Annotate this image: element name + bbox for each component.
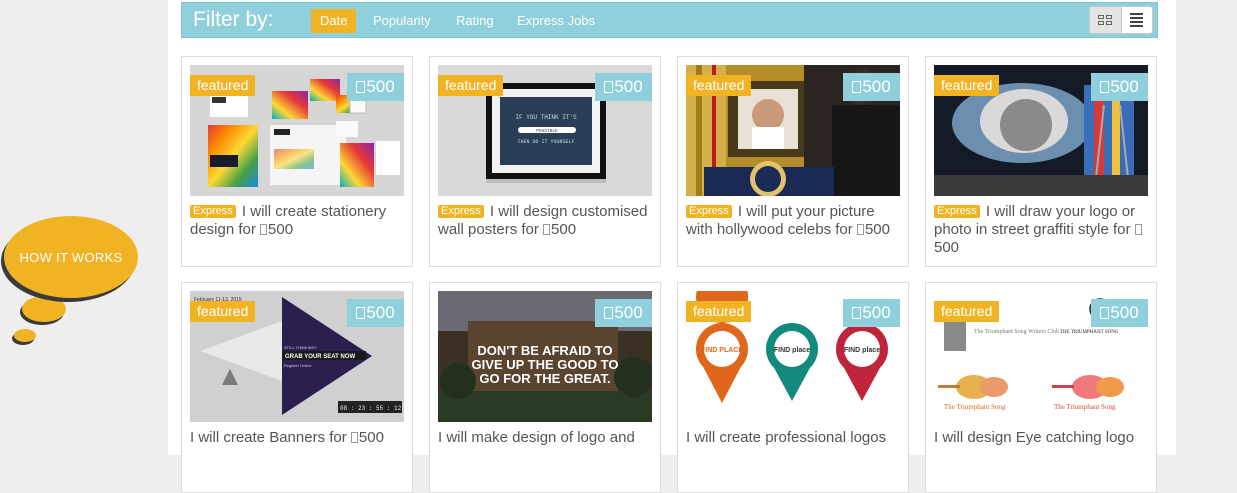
logo-text-2: THE TRIUMPHANT SONG <box>1060 330 1119 335</box>
gig-title[interactable]: I will design Eye catching logo <box>934 429 1150 447</box>
logo-text-3: The Triumphant Song <box>944 403 1006 411</box>
speech-bubble-dot-small <box>14 329 36 342</box>
currency-icon <box>852 307 862 319</box>
currency-icon <box>1134 224 1142 235</box>
main-content: Filter by: Date Popularity Rating Expres… <box>168 0 1176 493</box>
banner-line-3: Register Online <box>284 363 312 368</box>
gig-thumbnail-stationery[interactable]: featured 500 <box>190 65 404 196</box>
gig-title[interactable]: Express I will put your picture with hol… <box>686 203 902 239</box>
how-it-works-button[interactable]: HOW IT WORKS <box>4 216 138 298</box>
gig-thumbnail-guitar-logos[interactable]: The Triumphant Song Writers Club THE TRI… <box>934 291 1148 422</box>
gig-title[interactable]: Express I will create stationery design … <box>190 203 406 239</box>
grid-view-button[interactable] <box>1090 7 1122 33</box>
currency-icon <box>604 81 614 93</box>
express-badge: Express <box>190 205 236 218</box>
gig-title[interactable]: I will make design of logo and <box>438 429 654 447</box>
how-it-works-label: HOW IT WORKS <box>19 249 123 265</box>
gig-title[interactable]: Express I will draw your logo or photo i… <box>934 203 1150 257</box>
featured-badge: featured <box>686 75 752 96</box>
price-badge: 500 <box>595 73 652 101</box>
featured-badge: featured <box>934 75 1000 96</box>
pin-label-3: FIND place <box>844 347 880 354</box>
list-view-button[interactable] <box>1122 7 1153 33</box>
price-badge: 500 <box>1091 73 1148 101</box>
quote-line-2: GIVE UP THE GOOD TO <box>472 357 619 372</box>
gig-card[interactable]: featured 500 Express I will put your pic… <box>677 56 909 267</box>
grid-icon <box>1098 15 1113 25</box>
gig-title[interactable]: I will create Banners for 500 <box>190 429 406 447</box>
quote-line-1: DON'T BE AFRAID TO <box>477 343 612 358</box>
express-badge: Express <box>438 205 484 218</box>
banner-line-2: GRAB YOUR SEAT NOW <box>285 354 355 360</box>
gig-card[interactable]: featured 500 Express I will draw your lo… <box>925 56 1157 267</box>
speech-bubble-dot-large <box>22 296 66 322</box>
price-badge: 500 <box>843 299 900 327</box>
currency-icon <box>856 224 864 235</box>
pin-label-2: FIND place <box>774 347 810 354</box>
logo-text-4: The Triumphant Song <box>1054 403 1116 411</box>
price-badge: 500 <box>595 299 652 327</box>
express-badge: Express <box>934 205 980 218</box>
gig-card[interactable]: FIND PLACE FIND place FIND place feature… <box>677 282 909 493</box>
currency-icon <box>1100 307 1110 319</box>
pin-label-1: FIND PLACE <box>701 347 743 354</box>
banner-line-1: STILL THINKING? <box>284 345 318 350</box>
poster-line-2: POSSIBLE <box>536 128 558 134</box>
gig-thumbnail-graffiti[interactable]: featured 500 <box>934 65 1148 196</box>
poster-line-3: THEN DO IT YOURSELF <box>517 139 574 145</box>
gig-title[interactable]: I will create professional logos <box>686 429 902 447</box>
currency-icon <box>356 81 366 93</box>
price-badge: 500 <box>843 73 900 101</box>
featured-badge: featured <box>190 75 256 96</box>
filter-bar: Filter by: Date Popularity Rating Expres… <box>181 2 1158 38</box>
express-badge: Express <box>686 205 732 218</box>
banner-countdown: 08 : 23 : 55 : 12 <box>340 405 402 412</box>
gig-card[interactable]: The Triumphant Song Writers Club THE TRI… <box>925 282 1157 493</box>
featured-badge: featured <box>190 301 256 322</box>
gig-thumbnail-celebs[interactable]: featured 500 <box>686 65 900 196</box>
filter-tab-date[interactable]: Date <box>311 9 357 33</box>
price-badge: 500 <box>1091 299 1148 327</box>
price-badge: 500 <box>347 299 404 327</box>
gig-title[interactable]: Express I will design customised wall po… <box>438 203 654 239</box>
currency-icon <box>356 307 366 319</box>
gig-card[interactable]: February 11-13, 2015 STILL THINKING? GRA… <box>181 282 413 493</box>
filter-tab-express-jobs[interactable]: Express Jobs <box>508 9 604 33</box>
featured-badge: featured <box>438 75 504 96</box>
list-icon <box>1130 13 1144 27</box>
gig-card[interactable]: DON'T BE AFRAID TO GIVE UP THE GOOD TO G… <box>429 282 661 493</box>
filter-tab-rating[interactable]: Rating <box>447 9 503 33</box>
gig-thumbnail-banner[interactable]: February 11-13, 2015 STILL THINKING? GRA… <box>190 291 404 422</box>
gig-thumbnail-motivational[interactable]: DON'T BE AFRAID TO GIVE UP THE GOOD TO G… <box>438 291 652 422</box>
filter-title: Filter by: <box>193 8 274 31</box>
logo-text-1: The Triumphant Song Writers Club <box>974 329 1059 335</box>
featured-badge: featured <box>686 301 752 322</box>
currency-icon <box>543 224 551 235</box>
gig-thumbnail-poster[interactable]: IF YOU THINK IT'S POSSIBLE THEN DO IT YO… <box>438 65 652 196</box>
currency-icon <box>604 307 614 319</box>
gig-thumbnail-logos-pins[interactable]: FIND PLACE FIND place FIND place feature… <box>686 291 900 422</box>
quote-line-3: GO FOR THE GREAT. <box>479 371 610 386</box>
featured-badge: featured <box>934 301 1000 322</box>
currency-icon <box>1100 81 1110 93</box>
filter-tab-popularity[interactable]: Popularity <box>364 9 440 33</box>
poster-line-1: IF YOU THINK IT'S <box>515 114 577 121</box>
gig-card[interactable]: IF YOU THINK IT'S POSSIBLE THEN DO IT YO… <box>429 56 661 267</box>
gig-card[interactable]: featured 500 Express I will create stati… <box>181 56 413 267</box>
currency-icon <box>260 224 268 235</box>
currency-icon <box>852 81 862 93</box>
view-toggle <box>1089 6 1153 34</box>
currency-icon <box>350 432 358 443</box>
price-badge: 500 <box>347 73 404 101</box>
